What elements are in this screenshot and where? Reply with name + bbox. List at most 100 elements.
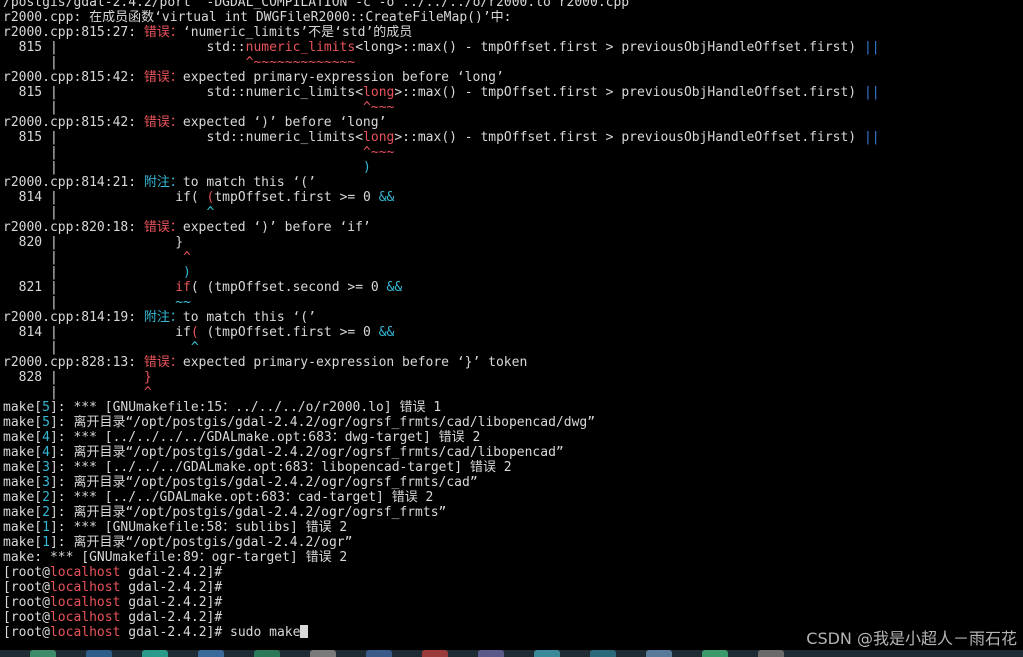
terminal-text-segment: 附注： xyxy=(143,175,183,190)
terminal-line: 815 | std::numeric_limits<long>::max() -… xyxy=(3,130,1023,145)
terminal-text-segment: 错误： xyxy=(143,115,183,130)
terminal-text-segment: make[ xyxy=(3,535,43,550)
terminal-text-segment: | xyxy=(3,100,66,115)
terminal-text-segment: gdal-2.4.2]# xyxy=(120,565,223,580)
terminal-line: | ^~~~ xyxy=(3,145,1023,160)
terminal-text-segment: gdal-2.4.2]# xyxy=(120,580,223,595)
terminal-text-segment: localhost xyxy=(49,595,121,610)
terminal-text-segment: 815 | xyxy=(3,40,66,55)
terminal-text-segment: >::max() - tmpOffset.first > previousObj… xyxy=(394,85,864,100)
terminal-text-segment: ^~~~ xyxy=(363,145,395,160)
terminal-text-segment: r2000.cpp:815:27: xyxy=(3,25,144,40)
terminal-text-segment: | xyxy=(3,145,66,160)
taskbar xyxy=(0,650,1023,657)
terminal-text-segment: ]: *** [../../../GDALmake.opt:683：libope… xyxy=(49,460,512,475)
terminal-text-segment: 828 | xyxy=(3,370,66,385)
terminal-text-segment: && xyxy=(378,325,395,340)
terminal-text-segment: | xyxy=(3,55,66,70)
app-icon[interactable] xyxy=(198,650,224,657)
terminal-text-segment: make[ xyxy=(3,430,43,445)
prompt-command[interactable]: sudo make xyxy=(230,625,300,640)
app-icon[interactable] xyxy=(86,650,112,657)
prompt-host: localhost xyxy=(49,625,121,640)
terminal-line: 820 | } xyxy=(3,235,1023,250)
terminal-text-segment: 821 | xyxy=(3,280,66,295)
terminal-text-segment: make[ xyxy=(3,415,43,430)
terminal-line: make[4]: *** [../../../../GDALmake.opt:6… xyxy=(3,430,1023,445)
terminal-text-segment: tmpOffset.first >= 0 xyxy=(214,190,379,205)
terminal-line: make[3]: *** [../../../GDALmake.opt:683：… xyxy=(3,460,1023,475)
terminal-text-segment: 错误： xyxy=(143,355,183,370)
terminal-text-segment: ]: 离开目录“/opt/postgis/gdal-2.4.2/ogr/ogrs… xyxy=(49,505,447,520)
terminal-line: r2000.cpp: 在成员函数‘virtual int DWGFileR200… xyxy=(3,10,1023,25)
app-icon[interactable] xyxy=(422,650,448,657)
terminal-text-segment: expected primary-expression before ‘}’ t… xyxy=(182,355,528,370)
prompt-user: [root@ xyxy=(3,625,50,640)
terminal-text-segment: && xyxy=(378,190,395,205)
terminal-line: 814 | if( (tmpOffset.first >= 0 && xyxy=(3,190,1023,205)
app-icon[interactable] xyxy=(758,650,784,657)
app-icon[interactable] xyxy=(310,650,336,657)
terminal-text-segment: [root@ xyxy=(3,565,50,580)
terminal-line: [root@localhost gdal-2.4.2]# xyxy=(3,610,1023,625)
terminal-text-segment: make[ xyxy=(3,475,43,490)
terminal-text-segment: make[ xyxy=(3,400,43,415)
terminal-text-segment: r2000.cpp:814:21: xyxy=(3,175,144,190)
terminal-text-segment: make[ xyxy=(3,445,43,460)
app-icon[interactable] xyxy=(366,650,392,657)
terminal-text-segment: /postgis/gdal-2.4.2/port -DGDAL_COMPILAT… xyxy=(3,0,630,10)
terminal-line: make[2]: 离开目录“/opt/postgis/gdal-2.4.2/og… xyxy=(3,505,1023,520)
text-cursor xyxy=(300,625,309,638)
app-icon[interactable] xyxy=(646,650,672,657)
terminal-text-segment: ~~ xyxy=(175,295,191,310)
terminal-line: make[2]: *** [../../GDALmake.opt:683：cad… xyxy=(3,490,1023,505)
terminal-text-segment: ]: 离开目录“/opt/postgis/gdal-2.4.2/ogr/ogrs… xyxy=(49,415,596,430)
terminal-text-segment: | xyxy=(3,295,66,310)
terminal-line: | ^ xyxy=(3,250,1023,265)
terminal-output[interactable]: /postgis/gdal-2.4.2/port -DGDAL_COMPILAT… xyxy=(3,0,1023,640)
terminal-text-segment: numeric_limits xyxy=(245,40,356,55)
terminal-text-segment: make[ xyxy=(3,460,43,475)
terminal-text-segment: ( xyxy=(190,325,199,340)
app-icon[interactable] xyxy=(30,650,56,657)
terminal-text-segment: ]: 离开目录“/opt/postgis/gdal-2.4.2/ogr” xyxy=(49,535,353,550)
app-icon[interactable] xyxy=(478,650,504,657)
terminal-text-segment: 814 | xyxy=(3,325,66,340)
terminal-text-segment: 1 xyxy=(42,535,50,550)
app-icon[interactable] xyxy=(702,650,728,657)
app-icon[interactable] xyxy=(254,650,280,657)
terminal-line: | ) xyxy=(3,265,1023,280)
terminal-line: r2000.cpp:815:42: 错误：expected ‘)’ before… xyxy=(3,115,1023,130)
app-icon[interactable] xyxy=(534,650,560,657)
terminal-text-segment: if xyxy=(65,325,191,340)
terminal-text-segment: [root@ xyxy=(3,595,50,610)
terminal-text-segment: <long>::max() - tmpOffset.first > previo… xyxy=(355,40,864,55)
terminal-text-segment: 2 xyxy=(42,490,50,505)
terminal-text-segment: 5 xyxy=(42,415,50,430)
terminal-text-segment: || xyxy=(863,130,880,145)
terminal-text-segment: r2000.cpp:815:42: xyxy=(3,115,144,130)
terminal-line: 821 | if( (tmpOffset.second >= 0 && xyxy=(3,280,1023,295)
terminal-text-segment: make[ xyxy=(3,490,43,505)
terminal-text-segment: localhost xyxy=(49,610,121,625)
terminal-line: | ^ xyxy=(3,205,1023,220)
terminal-line: | ^ xyxy=(3,340,1023,355)
terminal-text-segment: | xyxy=(3,385,66,400)
terminal-text-segment: 815 | xyxy=(3,130,66,145)
app-icon[interactable] xyxy=(142,650,168,657)
terminal-text-segment: ]: 离开目录“/opt/postgis/gdal-2.4.2/ogr/ogrs… xyxy=(49,445,564,460)
terminal-text-segment: ]: *** [../../GDALmake.opt:683：cad-targe… xyxy=(49,490,434,505)
app-icon[interactable] xyxy=(590,650,616,657)
terminal-text-segment: expected primary-expression before ‘long… xyxy=(182,70,504,85)
terminal-text-segment: gdal-2.4.2]# xyxy=(120,610,223,625)
terminal-text-segment: long xyxy=(363,130,395,145)
terminal-text-segment: ^ xyxy=(183,250,191,265)
terminal-line: make[5]: 离开目录“/opt/postgis/gdal-2.4.2/og… xyxy=(3,415,1023,430)
